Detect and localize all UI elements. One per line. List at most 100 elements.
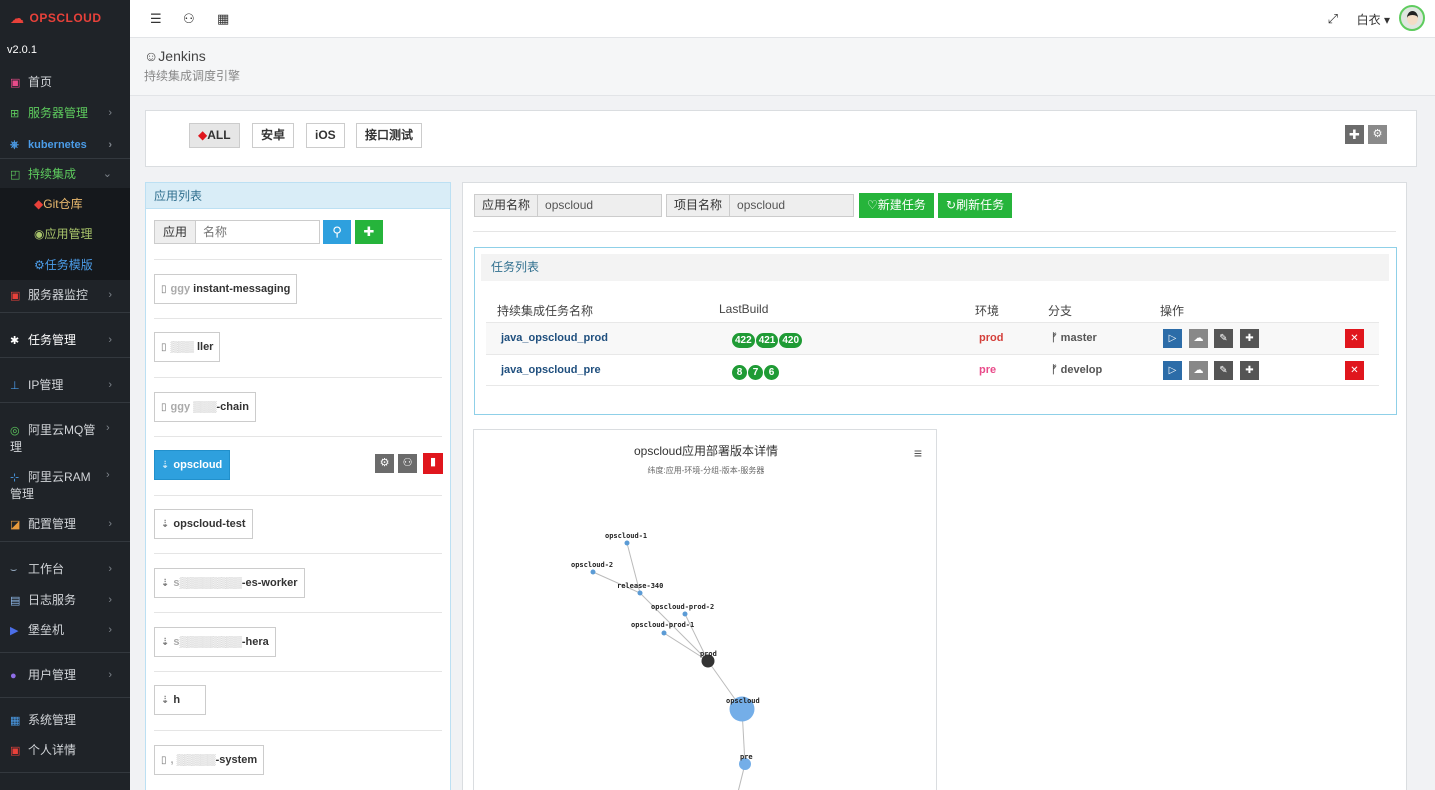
build-badge[interactable]: 420 [779, 333, 803, 348]
add-app-button[interactable]: ✚ [355, 220, 383, 244]
app-name-field[interactable]: opscloud [538, 194, 663, 217]
edit-button[interactable]: ✎ [1214, 329, 1233, 348]
plus-icon: ✚ [1245, 365, 1254, 376]
tag-settings-button[interactable]: ⚙ [1368, 125, 1387, 144]
sidebar-item-label: Git仓库 [43, 197, 83, 211]
sidebar-item-bastion[interactable]: ▶ 堡垒机 › [0, 622, 130, 639]
deploy-graph: opscloud-1 opscloud-2 release-340 opsclo… [571, 532, 760, 790]
build-badge[interactable]: 422 [732, 333, 755, 348]
graph-node [661, 630, 667, 636]
sidebar-item-label: 任务模版 [44, 258, 93, 272]
task-name-link[interactable]: java_opscloud_prod [501, 332, 608, 344]
deploy-button[interactable]: ☁ [1189, 329, 1208, 348]
sidebar-subitem-git[interactable]: ◆Git仓库 [0, 196, 83, 212]
app-item[interactable]: ▯ ▒▒▒ ller [154, 332, 221, 362]
divider [0, 402, 130, 403]
app-item[interactable]: ▯ ggy ▒▒▒-chain [154, 392, 256, 422]
build-button[interactable]: ▷ [1163, 361, 1182, 380]
version-label: v2.0.1 [7, 44, 37, 56]
sidebar-item-label: 堡垒机 [28, 623, 65, 637]
sidebar-item-ci[interactable]: ◰ 持续集成 ⌄ [0, 166, 130, 183]
app-item[interactable]: ⇣ opscloud-test [154, 509, 253, 539]
sidebar-item-mq[interactable]: ◎ 阿里云MQ管理 [0, 422, 100, 455]
divider [473, 231, 1396, 232]
tag-ios-button[interactable]: iOS [306, 123, 345, 148]
app-item[interactable]: ▯, ▒▒▒▒▒-system [154, 745, 265, 775]
user-menu[interactable]: 白衣 ▾ [1357, 11, 1390, 28]
refresh-task-button[interactable]: ↻刷新任务 [938, 193, 1013, 218]
tag-api-test-button[interactable]: 接口测试 [356, 123, 423, 148]
user-outline-icon[interactable]: ⚇ [183, 11, 195, 27]
windows-icon: ⊞ [10, 108, 20, 120]
build-badge[interactable]: 421 [755, 333, 779, 348]
node-label: release-340 [617, 582, 663, 590]
sidebar-item-home[interactable]: ▣ 首页 [0, 74, 130, 91]
delete-task-button[interactable]: ✕ [1345, 329, 1364, 348]
sidebar-item-kubernetes[interactable]: ⎈ kubernetes › [0, 137, 130, 153]
avatar[interactable] [1399, 5, 1425, 31]
app-item[interactable]: ⇣ h [154, 685, 206, 715]
helm-icon: ⎈ [10, 139, 19, 151]
sidebar-item-label: 工作台 [28, 562, 65, 576]
sidebar-item-ram[interactable]: ⊹ 阿里云RAM管理 [0, 469, 100, 502]
chevron-right-icon: › [108, 139, 112, 151]
divider [154, 671, 442, 672]
chevron-right-icon: › [106, 422, 110, 434]
add-tag-button[interactable]: ✚ [1345, 125, 1364, 144]
sidebar-item-label: 持续集成 [28, 167, 77, 181]
build-badge[interactable]: 8 [732, 365, 747, 380]
sidebar-item-label: kubernetes [28, 139, 87, 151]
chevron-right-icon: › [108, 518, 112, 530]
app-search-input[interactable] [195, 220, 320, 244]
build-badge[interactable]: 6 [764, 365, 779, 380]
app-item[interactable]: ⇣ s▒▒▒▒▒▒▒▒-hera [154, 627, 276, 657]
fullscreen-icon[interactable]: ⤢ [1328, 11, 1338, 27]
node-label: opscloud-1 [605, 532, 647, 540]
project-name-field[interactable]: opscloud [730, 194, 855, 217]
sidebar-item-ip[interactable]: ⊥ IP管理 › [0, 377, 130, 394]
graph-labels: opscloud-1 opscloud-2 release-340 opsclo… [571, 532, 760, 761]
build-button[interactable]: ▷ [1163, 329, 1182, 348]
masked-text: ggy [170, 283, 194, 295]
sidebar-item-config[interactable]: ◪ 配置管理 › [0, 516, 130, 533]
tag-all-button[interactable]: ◆ALL [189, 123, 240, 148]
task-name-link[interactable]: java_opscloud_pre [501, 364, 601, 376]
sidebar-subitem-apps[interactable]: ◉应用管理 [0, 226, 93, 242]
add-button[interactable]: ✚ [1240, 361, 1259, 380]
app-item-selected[interactable]: ⇣ opscloud [154, 450, 230, 480]
sidebar-item-servers[interactable]: ⊞ 服务器管理 › [0, 105, 130, 122]
add-button[interactable]: ✚ [1240, 329, 1259, 348]
sidebar-item-system[interactable]: ▦ 系统管理 [0, 712, 130, 729]
divider [154, 377, 442, 378]
sidebar-item-workbench[interactable]: ⌣ 工作台 › [0, 561, 130, 578]
column-header-actions: 操作 [1160, 304, 1185, 318]
build-badge[interactable]: 7 [748, 365, 763, 380]
apps-grid-icon[interactable]: ▦ [217, 11, 229, 27]
project-name-label: 项目名称 [666, 194, 731, 217]
menu-toggle-icon[interactable]: ☰ [150, 11, 162, 27]
app-settings-button[interactable]: ⚙ [375, 454, 394, 473]
sidebar-item-profile[interactable]: ▣ 个人详情 [0, 742, 130, 759]
app-name-group: 应用名称 opscloud [474, 194, 663, 217]
close-icon: ✕ [1350, 365, 1359, 376]
brand-logo[interactable]: ☁ OPSCLOUD [0, 0, 130, 36]
download-icon: ⇣ [161, 695, 170, 706]
sidebar-item-logs[interactable]: ▤ 日志服务 › [0, 592, 130, 609]
sidebar-item-monitor[interactable]: ▣ 服务器监控 › [0, 287, 130, 304]
tag-android-button[interactable]: 安卓 [252, 123, 295, 148]
branch-label: ᚠ master [1051, 332, 1097, 344]
profile-icon: ▣ [10, 745, 21, 757]
app-users-button[interactable]: ⚇ [398, 454, 417, 473]
new-task-button[interactable]: ♡新建任务 [859, 193, 934, 218]
app-item[interactable]: ▯ ggy instant-messaging [154, 274, 298, 304]
search-button[interactable]: ⚲ [323, 220, 351, 244]
app-item[interactable]: ⇣ s▒▒▒▒▒▒▒▒-es-worker [154, 568, 305, 598]
edit-button[interactable]: ✎ [1214, 361, 1233, 380]
masked-text: ggy ▒▒▒ [170, 401, 217, 413]
delete-task-button[interactable]: ✕ [1345, 361, 1364, 380]
sidebar-subitem-templates[interactable]: ⚙任务模版 [0, 257, 93, 273]
delete-app-button[interactable]: ▮ [423, 453, 443, 474]
deploy-button[interactable]: ☁ [1189, 361, 1208, 380]
sidebar-item-tasks[interactable]: ✱ 任务管理 › [0, 332, 130, 349]
sidebar-item-users[interactable]: ● 用户管理 › [0, 667, 130, 684]
